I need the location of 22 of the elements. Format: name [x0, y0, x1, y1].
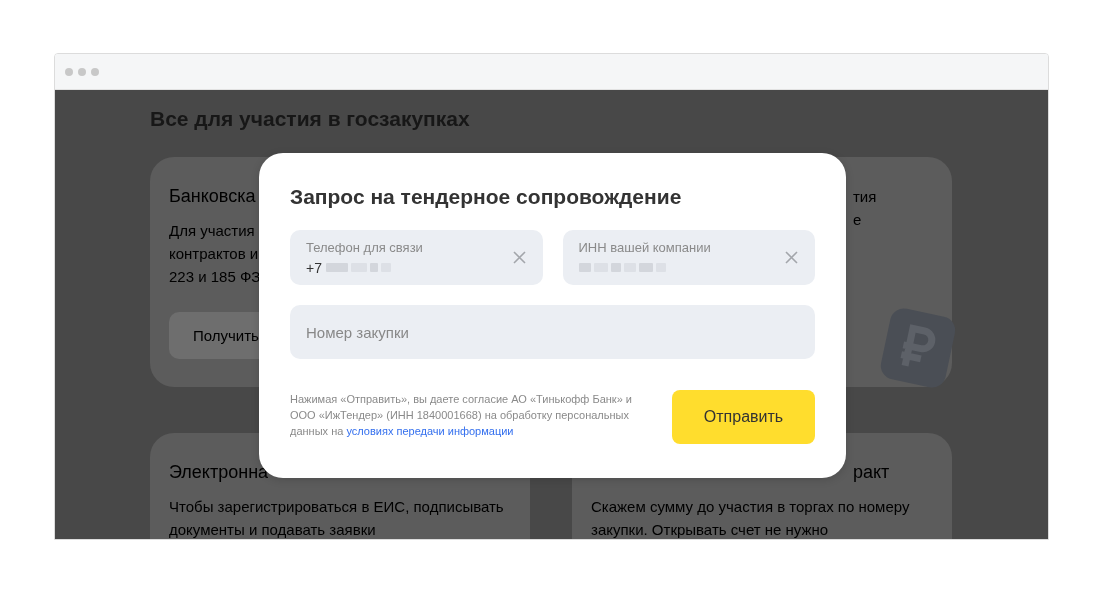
- input-field[interactable]: Номер закупки: [290, 305, 815, 359]
- card-text: закупки. Открывать счет не нужно: [591, 520, 829, 539]
- card-text: Для участия: [169, 221, 255, 241]
- clear-icon[interactable]: [512, 251, 526, 264]
- window-dots-icon: [65, 67, 99, 76]
- card-text: контрактов и: [169, 244, 259, 264]
- card-title: Электронна: [169, 461, 269, 483]
- card-text: Чтобы зарегистрироваться в ЕИС, подписывать: [169, 497, 504, 517]
- dialog-title: Запрос на тендерное сопровождение: [290, 184, 683, 210]
- card-text: 223 и 185 ФЗ: [169, 267, 261, 287]
- input-field[interactable]: Телефон для связи +7: [290, 230, 543, 285]
- card-text: е: [853, 210, 862, 230]
- terms-link[interactable]: условиях передачи информации: [346, 425, 514, 437]
- card-text: тия: [853, 187, 877, 207]
- consent-text: Нажимая «Отправить», вы даете согласие АО «Тинькофф Банк» и ООО «ИжТендер» (ИНН 1840001668) на обработку персональных данных на условиях передачи информации: [290, 392, 633, 439]
- clear-icon[interactable]: [785, 251, 798, 264]
- card-text: Скажем сумму до участия в торгах по номеру: [591, 497, 910, 517]
- input-field[interactable]: ИНН вашей компании: [562, 230, 815, 285]
- card-text: документы и подавать заявки: [169, 520, 376, 539]
- card-title: ракт: [853, 461, 890, 483]
- submit-button[interactable]: Отправить: [672, 390, 815, 444]
- card-title: Банковска: [169, 185, 256, 207]
